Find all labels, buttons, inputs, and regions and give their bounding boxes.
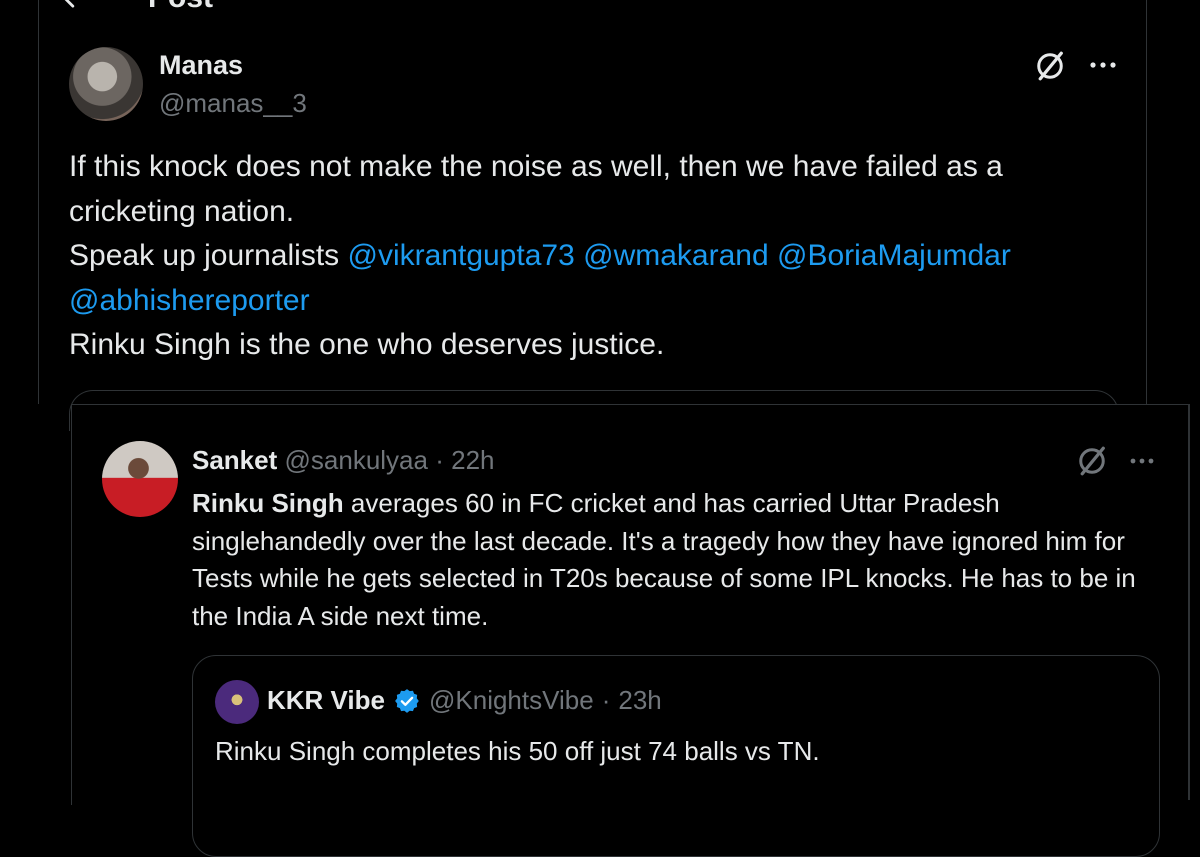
author-handle[interactable]: @KnightsVibe bbox=[429, 685, 594, 716]
timestamp[interactable]: 23h bbox=[618, 685, 661, 716]
mention-link[interactable]: @abhishereporter bbox=[69, 284, 310, 317]
timestamp[interactable]: 22h bbox=[451, 445, 494, 475]
more-dots-icon[interactable] bbox=[1085, 50, 1121, 80]
mention-link[interactable]: @BoriaMajumdar bbox=[777, 239, 1011, 272]
quoted-author-row: Sanket @sankulyaa · 22h bbox=[192, 445, 495, 476]
grok-slash-icon[interactable] bbox=[1074, 443, 1110, 479]
author-handle[interactable]: @sankulyaa bbox=[285, 445, 428, 475]
more-dots-icon[interactable] bbox=[1126, 447, 1158, 475]
grok-slash-icon[interactable] bbox=[1032, 48, 1068, 84]
bold-text: Rinku Singh bbox=[192, 488, 344, 518]
verified-badge-icon bbox=[393, 687, 421, 715]
author-name[interactable]: Manas bbox=[159, 50, 243, 81]
mention-link[interactable]: @wmakarand bbox=[583, 239, 769, 272]
post-text-line: If this knock does not make the noise as… bbox=[69, 150, 1003, 228]
post-page: Post Manas @manas__3 If this knock does … bbox=[0, 0, 1200, 857]
separator: · bbox=[435, 445, 444, 475]
post-text-prefix: Speak up journalists bbox=[69, 239, 348, 272]
card-border-right bbox=[1188, 404, 1190, 800]
post-text: If this knock does not make the noise as… bbox=[69, 145, 1129, 368]
nested-author-row: KKR Vibe @KnightsVibe · 23h bbox=[267, 685, 662, 716]
separator: · bbox=[601, 685, 611, 715]
column-border-left bbox=[38, 0, 39, 404]
quoted-post-card[interactable]: Sanket @sankulyaa · 22h Rinku Singh aver… bbox=[71, 404, 1190, 857]
nested-quote-card[interactable]: KKR Vibe @KnightsVibe · 23h Rinku Singh … bbox=[192, 655, 1160, 857]
top-bar: Post bbox=[60, 0, 213, 18]
arrow-left-icon[interactable] bbox=[60, 0, 88, 12]
quoted-post-text: Rinku Singh averages 60 in FC cricket an… bbox=[192, 485, 1152, 635]
author-name[interactable]: Sanket bbox=[192, 445, 277, 475]
nested-post-text: Rinku Singh completes his 50 off just 74… bbox=[215, 736, 820, 766]
column-border-right bbox=[1146, 0, 1147, 404]
avatar[interactable] bbox=[215, 680, 259, 724]
author-name[interactable]: KKR Vibe bbox=[267, 685, 385, 716]
author-handle[interactable]: @manas__3 bbox=[159, 88, 307, 119]
mention-link[interactable]: @vikrantgupta73 bbox=[348, 239, 575, 272]
avatar[interactable] bbox=[102, 441, 178, 517]
avatar[interactable] bbox=[69, 47, 143, 121]
page-title: Post bbox=[148, 0, 213, 15]
post-text-line: Rinku Singh is the one who deserves just… bbox=[69, 328, 665, 361]
